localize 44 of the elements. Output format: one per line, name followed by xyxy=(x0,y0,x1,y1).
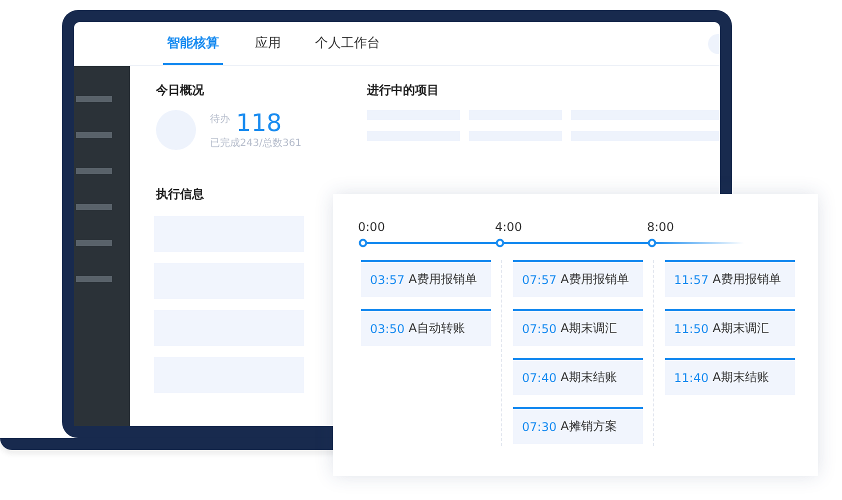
task-time: 07:40 xyxy=(522,370,557,384)
section-title: 执行信息 xyxy=(156,186,205,203)
task-time: 03:50 xyxy=(370,322,405,336)
nav-tab[interactable]: 个人工作台 xyxy=(315,22,380,65)
task-card[interactable]: 07:30 A摊销方案 xyxy=(513,407,643,444)
time-tick: 8:00 xyxy=(647,220,675,234)
sidebar-item-placeholder xyxy=(76,276,112,282)
pending-count: 118 xyxy=(236,110,282,136)
task-name: A期末结账 xyxy=(712,369,769,386)
task-card[interactable]: 11:50 A期末调汇 xyxy=(665,309,795,346)
time-tick: 4:00 xyxy=(495,220,523,234)
sidebar-item-placeholder xyxy=(76,204,112,210)
section-title: 今日概况 xyxy=(156,82,205,99)
task-card[interactable]: 03:57 A费用报销单 xyxy=(361,260,491,297)
task-name: A自动转账 xyxy=(408,320,465,337)
task-name: A期末调汇 xyxy=(560,320,617,337)
section-title: 进行中的项目 xyxy=(367,82,440,99)
task-name: A期末调汇 xyxy=(712,320,769,337)
sidebar-item-placeholder xyxy=(76,168,112,174)
task-card[interactable]: 07:50 A期末调汇 xyxy=(513,309,643,346)
summary-text: 已完成243/总数361 xyxy=(210,136,302,150)
task-name: A期末结账 xyxy=(560,369,617,386)
task-card[interactable]: 07:57 A费用报销单 xyxy=(513,260,643,297)
task-card[interactable]: 11:40 A期末结账 xyxy=(665,358,795,395)
pending-label: 待办 xyxy=(210,112,230,126)
task-name: A摊销方案 xyxy=(560,418,617,435)
task-card[interactable]: 11:57 A费用报销单 xyxy=(665,260,795,297)
task-time: 07:30 xyxy=(522,420,557,434)
task-time: 07:50 xyxy=(522,322,557,336)
task-name: A费用报销单 xyxy=(712,271,781,288)
sidebar-item-placeholder xyxy=(76,96,112,102)
sidebar-item-placeholder xyxy=(76,240,112,246)
sidebar-item-placeholder xyxy=(76,132,112,138)
task-card[interactable]: 07:40 A期末结账 xyxy=(513,358,643,395)
task-name: A费用报销单 xyxy=(408,271,477,288)
task-time: 07:57 xyxy=(522,272,557,286)
time-tick: 0:00 xyxy=(358,220,386,234)
task-card[interactable]: 03:50 A自动转账 xyxy=(361,309,491,346)
task-time: 11:57 xyxy=(674,272,709,286)
task-name: A费用报销单 xyxy=(560,271,629,288)
task-time: 11:40 xyxy=(674,370,709,384)
task-time: 03:57 xyxy=(370,272,405,286)
task-time: 11:50 xyxy=(674,322,709,336)
nav-tab[interactable]: 应用 xyxy=(255,22,281,65)
